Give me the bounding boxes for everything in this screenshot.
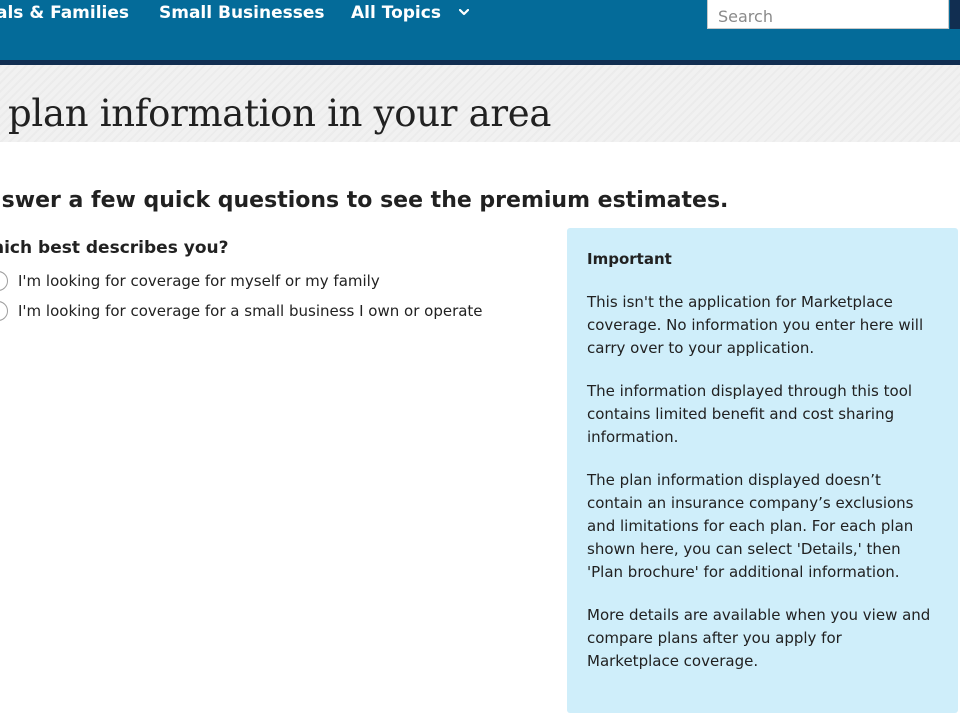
chevron-down-icon-svg [458,8,469,16]
option-small-business[interactable]: I'm looking for coverage for a small bus… [0,299,483,323]
important-heading: Important [587,250,672,268]
page-title: t plan information in your area [0,92,552,135]
important-paragraph-limited-info: The information displayed through this t… [587,382,913,446]
search-input[interactable] [707,0,949,29]
nav-link-small-businesses[interactable]: Small Businesses [159,3,325,23]
important-paragraph-exclusions: The plan information displayed doesn’t c… [587,471,914,581]
search-button[interactable] [950,0,960,29]
important-paragraph-more-details: More details are available when you view… [587,606,931,670]
radio-button-small-business[interactable] [0,301,8,321]
intro-heading: nswer a few quick questions to see the p… [0,188,729,213]
important-paragraph-application: This isn't the application for Marketpla… [587,293,924,357]
nav-link-all-topics-label: All Topics [351,3,441,23]
chevron-down-icon [458,1,469,21]
important-notice-panel: Important This isn't the application for… [567,228,958,713]
top-navigation-bar: als & Families Small Businesses All Topi… [0,0,960,65]
nav-link-individuals-families[interactable]: als & Families [0,3,129,23]
page-header-band: t plan information in your area [0,65,960,142]
nav-link-all-topics[interactable]: All Topics [351,3,469,23]
option-label-myself-or-family: I'm looking for coverage for myself or m… [18,272,380,290]
page: als & Families Small Businesses All Topi… [0,0,960,720]
option-label-small-business: I'm looking for coverage for a small bus… [18,302,483,320]
option-myself-or-family[interactable]: I'm looking for coverage for myself or m… [0,269,380,293]
question-label: hich best describes you? [0,238,229,258]
radio-button-myself-or-family[interactable] [0,271,8,291]
